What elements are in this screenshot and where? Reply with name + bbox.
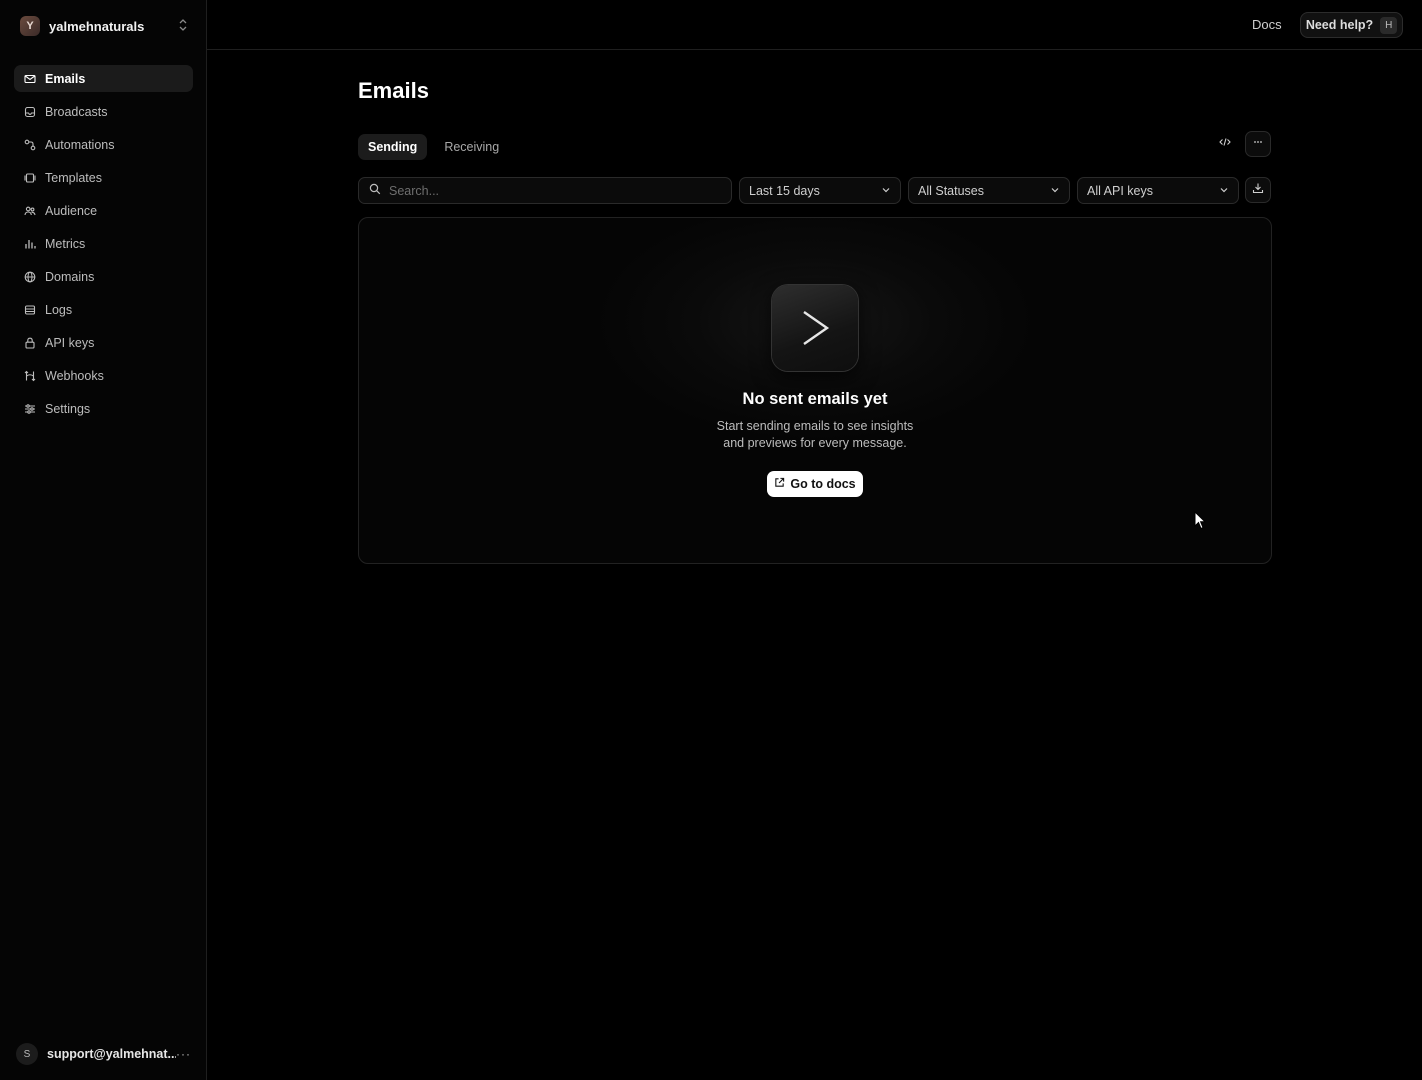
- status-value: All Statuses: [918, 183, 985, 198]
- api-code-button[interactable]: [1212, 131, 1238, 157]
- sidebar-item-templates[interactable]: Templates: [14, 164, 193, 191]
- sidebar-item-label: Domains: [45, 269, 95, 284]
- search-field[interactable]: [358, 177, 732, 204]
- sidebar-item-label: Audience: [45, 203, 98, 218]
- audience-icon: [24, 205, 36, 217]
- more-horizontal-icon[interactable]: ···: [176, 1047, 191, 1061]
- sidebar-item-logs[interactable]: Logs: [14, 296, 193, 323]
- sidebar-nav: Emails Broadcasts Automations Templates: [14, 65, 193, 428]
- sidebar-item-broadcasts[interactable]: Broadcasts: [14, 98, 193, 125]
- webhook-icon: [24, 370, 36, 382]
- export-button[interactable]: [1245, 177, 1271, 203]
- api-keys-select[interactable]: All API keys: [1077, 177, 1239, 204]
- sidebar-item-label: Templates: [45, 170, 102, 185]
- logs-icon: [24, 304, 36, 316]
- sidebar-item-audience[interactable]: Audience: [14, 197, 193, 224]
- more-horizontal-icon: [1252, 135, 1264, 153]
- sidebar-item-webhooks[interactable]: Webhooks: [14, 362, 193, 389]
- sidebar-item-settings[interactable]: Settings: [14, 395, 193, 422]
- page-title: Emails: [358, 78, 429, 103]
- docs-link[interactable]: Docs: [1252, 17, 1282, 32]
- sidebar-item-label: Webhooks: [45, 368, 104, 383]
- broadcast-icon: [24, 106, 36, 118]
- user-menu[interactable]: S support@yalmehnat... ···: [16, 1042, 191, 1066]
- app: Y yalmehnaturals Emails Broadcasts Autom…: [0, 0, 1422, 1080]
- need-help-button[interactable]: Need help? H: [1300, 12, 1403, 38]
- date-range-select[interactable]: Last 15 days: [739, 177, 901, 204]
- sidebar-item-label: Automations: [45, 137, 115, 152]
- chevron-down-icon: [1219, 182, 1229, 200]
- search-input[interactable]: [389, 183, 731, 198]
- sidebar-item-label: Broadcasts: [45, 104, 108, 119]
- sidebar-item-emails[interactable]: Emails: [14, 65, 193, 92]
- sidebar-item-label: Settings: [45, 401, 91, 416]
- template-icon: [24, 172, 36, 184]
- user-email: support@yalmehnat...: [47, 1047, 176, 1061]
- empty-state-description-line: and previews for every message.: [723, 436, 907, 450]
- status-select[interactable]: All Statuses: [908, 177, 1070, 204]
- team-name: yalmehnaturals: [49, 18, 145, 34]
- mail-icon: [24, 73, 36, 85]
- team-avatar: Y: [20, 16, 40, 36]
- sidebar-item-metrics[interactable]: Metrics: [14, 230, 193, 257]
- search-icon: [369, 182, 381, 200]
- sliders-icon: [24, 403, 36, 415]
- go-to-docs-button[interactable]: Go to docs: [767, 471, 863, 497]
- tab-receiving[interactable]: Receiving: [434, 134, 509, 160]
- sidebar-item-domains[interactable]: Domains: [14, 263, 193, 290]
- go-to-docs-label: Go to docs: [790, 477, 856, 491]
- sidebar-item-api-keys[interactable]: API keys: [14, 329, 193, 356]
- sidebar-item-label: Logs: [45, 302, 73, 317]
- sidebar-item-label: API keys: [45, 335, 95, 350]
- user-avatar: S: [16, 1043, 38, 1065]
- code-icon: [1219, 135, 1231, 153]
- sidebar: Y yalmehnaturals Emails Broadcasts Autom…: [0, 0, 207, 1080]
- empty-state-title: No sent emails yet: [742, 390, 888, 408]
- topbar: Docs Need help? H: [207, 0, 1422, 50]
- empty-state-description-line: Start sending emails to see insights: [716, 419, 914, 433]
- tab-sending[interactable]: Sending: [358, 134, 428, 160]
- globe-icon: [24, 271, 36, 283]
- chevron-down-icon: [881, 182, 891, 200]
- team-switcher[interactable]: Y yalmehnaturals: [12, 12, 195, 40]
- email-tabs: Sending Receiving: [358, 134, 509, 160]
- automation-icon: [24, 139, 36, 151]
- lock-icon: [24, 337, 36, 349]
- sidebar-item-automations[interactable]: Automations: [14, 131, 193, 158]
- send-chevron-icon: [772, 285, 858, 371]
- shortcut-badge: H: [1380, 16, 1398, 34]
- api-keys-value: All API keys: [1087, 183, 1153, 198]
- more-options-button[interactable]: [1245, 131, 1271, 157]
- empty-state-description: Start sending emails to see insights and…: [665, 418, 965, 452]
- date-range-value: Last 15 days: [749, 183, 820, 198]
- chevron-down-icon: [1050, 182, 1060, 200]
- empty-state-card: No sent emails yet Start sending emails …: [358, 217, 1272, 564]
- metrics-icon: [24, 238, 36, 250]
- mouse-cursor-icon: [1194, 510, 1207, 530]
- sidebar-item-label: Emails: [45, 71, 86, 86]
- external-link-icon: [774, 475, 785, 493]
- need-help-label: Need help?: [1305, 18, 1374, 32]
- sidebar-item-label: Metrics: [45, 236, 86, 251]
- chevron-up-down-icon: [179, 18, 187, 34]
- download-icon: [1252, 181, 1264, 199]
